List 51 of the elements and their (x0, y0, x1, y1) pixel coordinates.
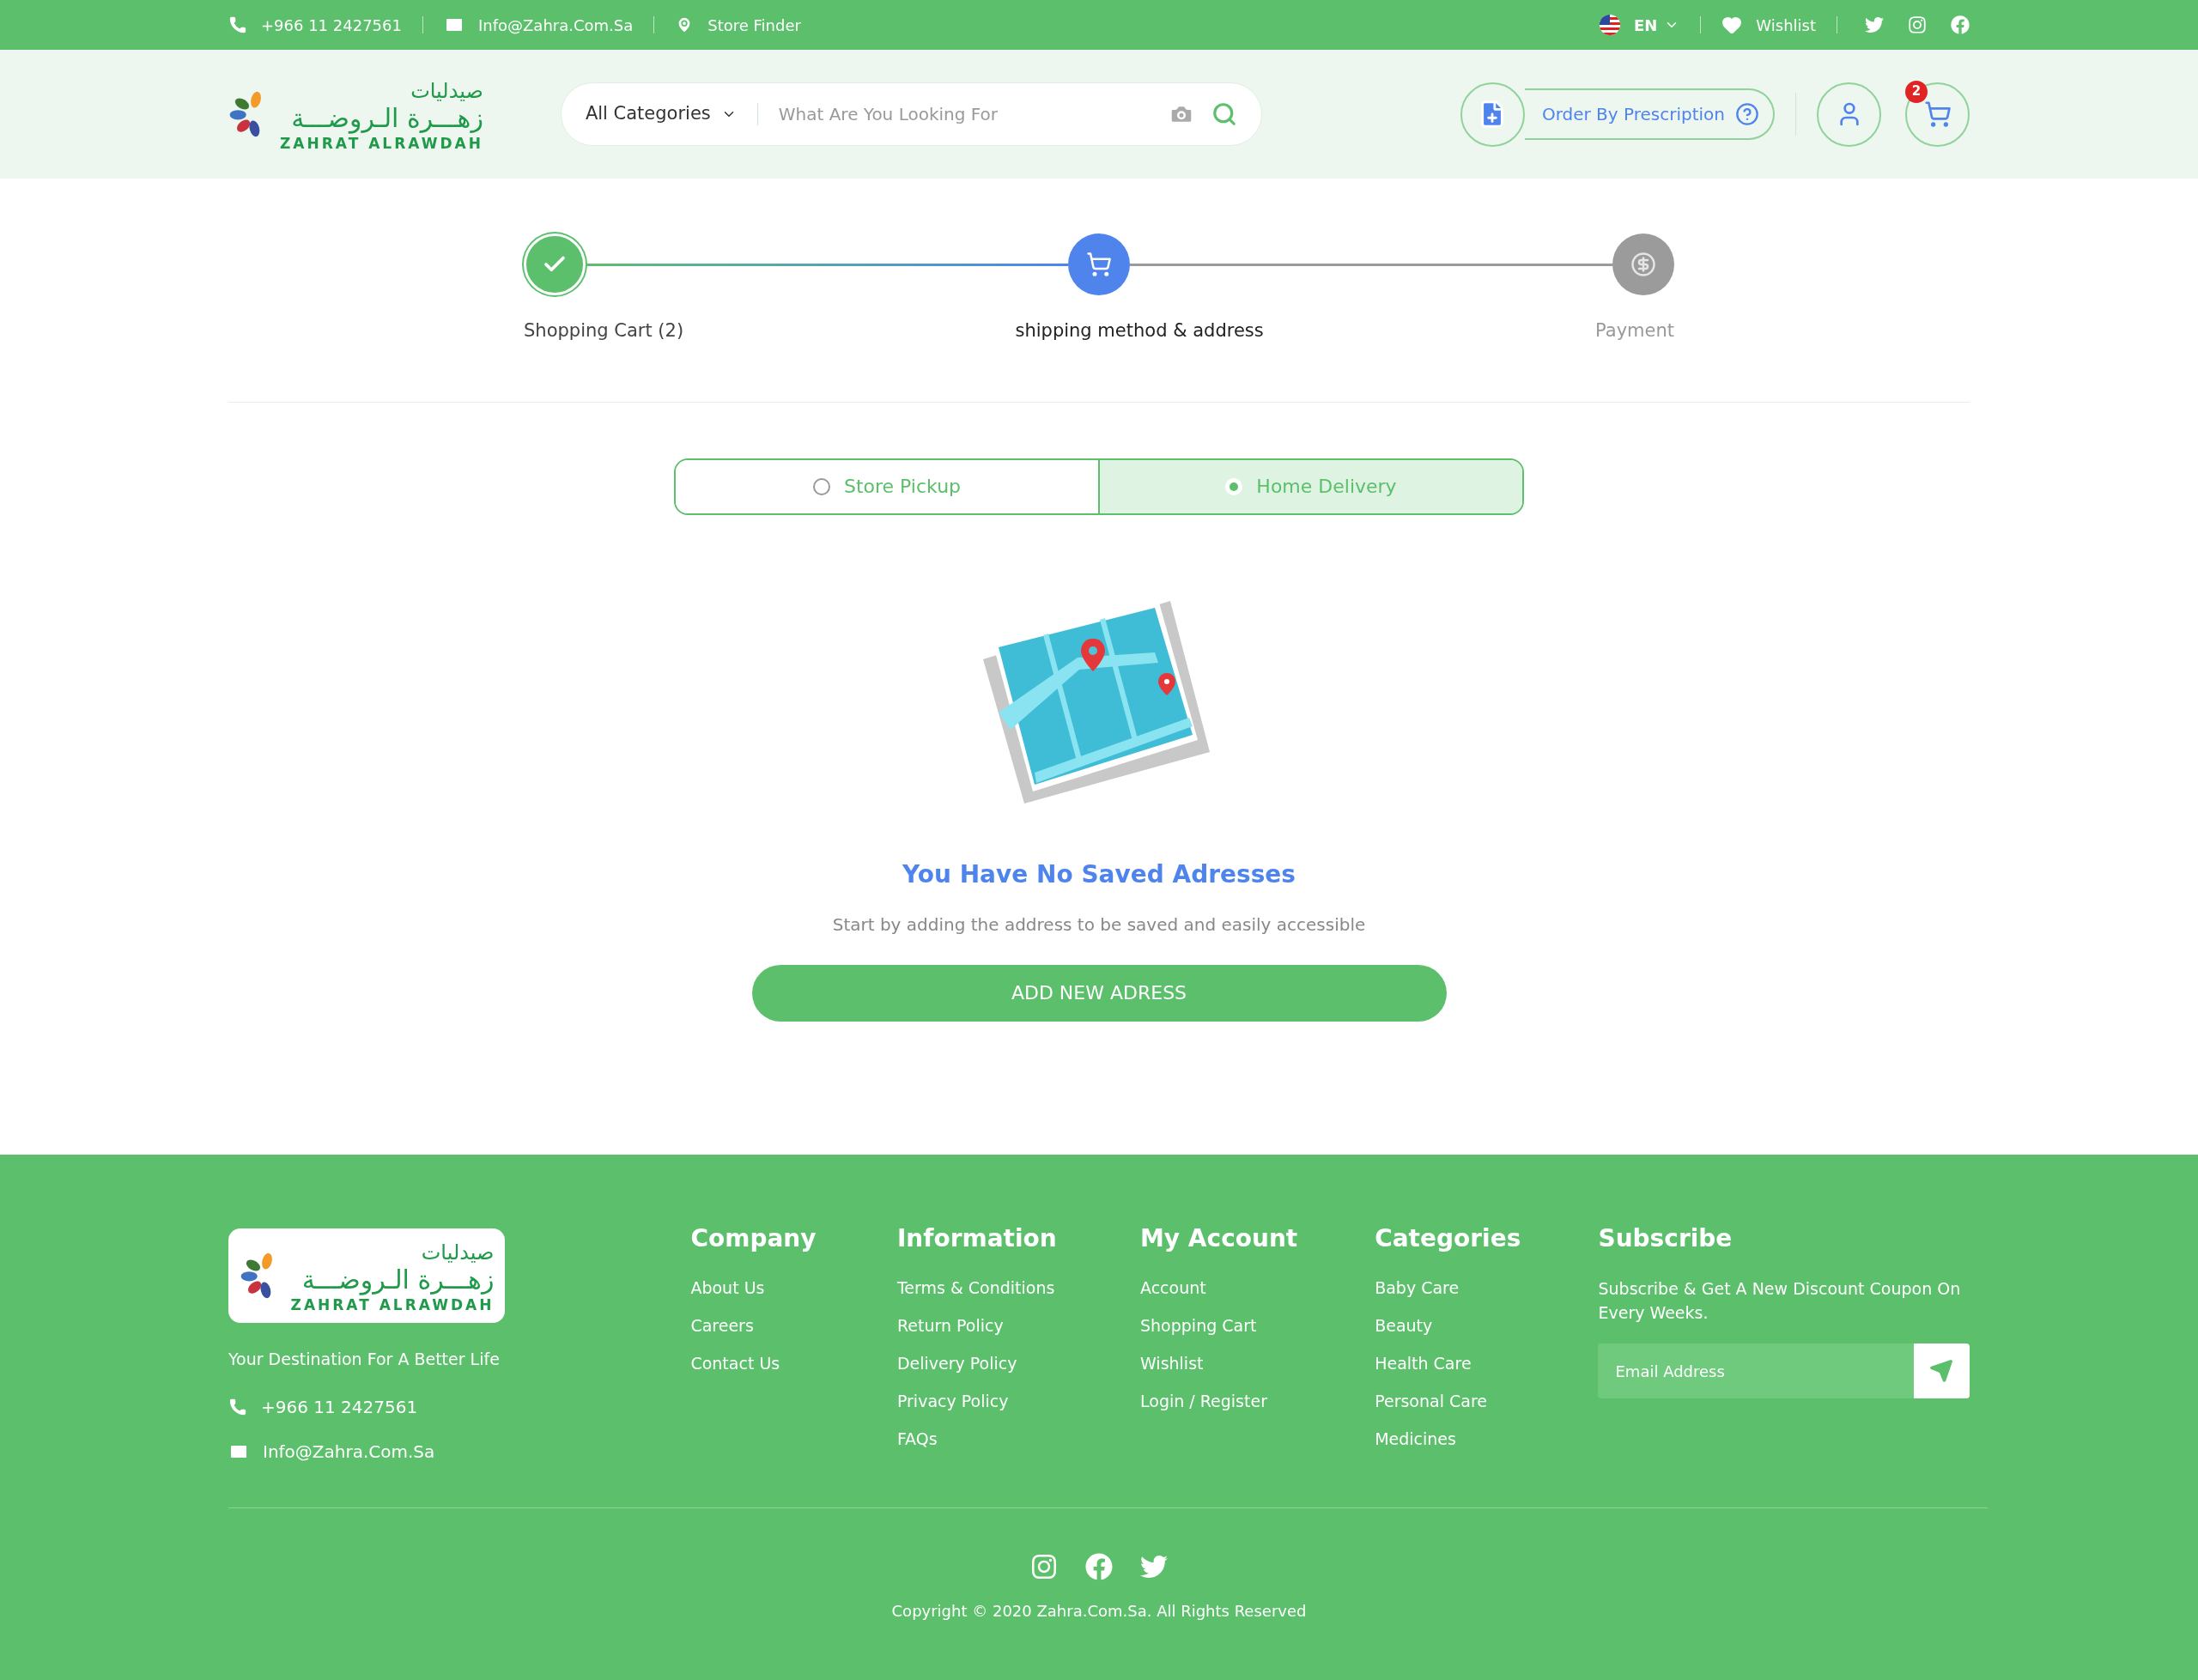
footer-link[interactable]: Health Care (1375, 1352, 1599, 1374)
step-label: Payment (1595, 319, 1674, 343)
logo-name: ZAHRAT ALRAWDAH (290, 1297, 495, 1313)
empty-state-text: Start by adding the address to be saved and easily accessible (832, 913, 1366, 937)
copyright-text: Copyright © 2020 Zahra.Com.Sa. All Rights Reserved (891, 1600, 1307, 1622)
delivery-option-tab[interactable]: Home Delivery (1098, 459, 1522, 513)
footer-tagline: Your Destination For A Better Life (228, 1349, 501, 1370)
footer-link[interactable]: Beauty (1375, 1314, 1599, 1337)
footer-link[interactable]: Medicines (1375, 1428, 1599, 1450)
footer-link[interactable]: Return Policy (896, 1314, 1140, 1337)
logo-arabic-subtitle: صيدليات (421, 1239, 495, 1265)
footer-column-heading: Information (896, 1223, 1058, 1254)
subscribe-text: Subscribe & Get A New Discount Coupon On Every Weeks. (1598, 1278, 1962, 1324)
cart-button[interactable]: 2 (1905, 82, 1970, 147)
footer-phone: +966 11 2427561 (261, 1395, 418, 1419)
footer-link[interactable]: Privacy Policy (896, 1390, 1140, 1412)
footer-link[interactable]: Shopping Cart (1140, 1314, 1375, 1337)
footer-email: Info@Zahra.Com.Sa (263, 1440, 435, 1464)
logo-arabic-subtitle: صيدليات (410, 77, 483, 104)
cart-count-badge: 2 (1905, 80, 1928, 103)
step-label: shipping method & address (1015, 319, 1264, 343)
search-input[interactable]: What Are You Looking For (778, 101, 1169, 127)
footer-link[interactable]: Personal Care (1375, 1390, 1599, 1412)
footer-link[interactable]: Login / Register (1140, 1390, 1375, 1412)
language-selector[interactable]: EN (1634, 13, 1680, 37)
add-address-button[interactable]: ADD NEW ADRESS (751, 964, 1447, 1022)
logo-arabic-name: زهـــرة الـروضـــة (301, 1265, 495, 1295)
email-input[interactable]: Email Address (1598, 1343, 1914, 1398)
footer-link[interactable]: Careers (690, 1314, 897, 1337)
logo-name: ZAHRAT ALRAWDAH (280, 136, 483, 151)
footer-link[interactable]: Baby Care (1375, 1277, 1599, 1299)
prescription-button[interactable]: Order By Prescription (1524, 88, 1775, 140)
footer-link[interactable]: Wishlist (1140, 1352, 1375, 1374)
email-link[interactable]: Info@Zahra.Com.Sa (477, 13, 634, 37)
wishlist-link[interactable]: Wishlist (1756, 13, 1816, 37)
footer-link[interactable]: Contact Us (690, 1352, 897, 1374)
store-finder-link[interactable]: Store Finder (707, 13, 801, 37)
phone-link[interactable]: +966 11 2427561 (261, 13, 402, 37)
footer-column-heading: Categories (1375, 1223, 1522, 1254)
footer-link[interactable]: Terms & Conditions (896, 1277, 1140, 1299)
empty-state-title: You Have No Saved Adresses (902, 858, 1296, 890)
footer-column-heading: My Account (1140, 1223, 1299, 1254)
footer-link[interactable]: Account (1140, 1277, 1375, 1299)
footer-link[interactable]: About Us (690, 1277, 897, 1299)
footer-column-heading: Company (690, 1223, 817, 1254)
step-label: Shopping Cart (2) (524, 319, 684, 343)
logo-arabic-name: زهـــرة الـروضـــة (291, 103, 483, 133)
footer-link[interactable]: FAQs (896, 1428, 1140, 1450)
category-dropdown[interactable]: All Categories (585, 100, 737, 128)
footer-link[interactable]: Delivery Policy (896, 1352, 1140, 1374)
footer-column-heading: Subscribe (1598, 1223, 1734, 1254)
